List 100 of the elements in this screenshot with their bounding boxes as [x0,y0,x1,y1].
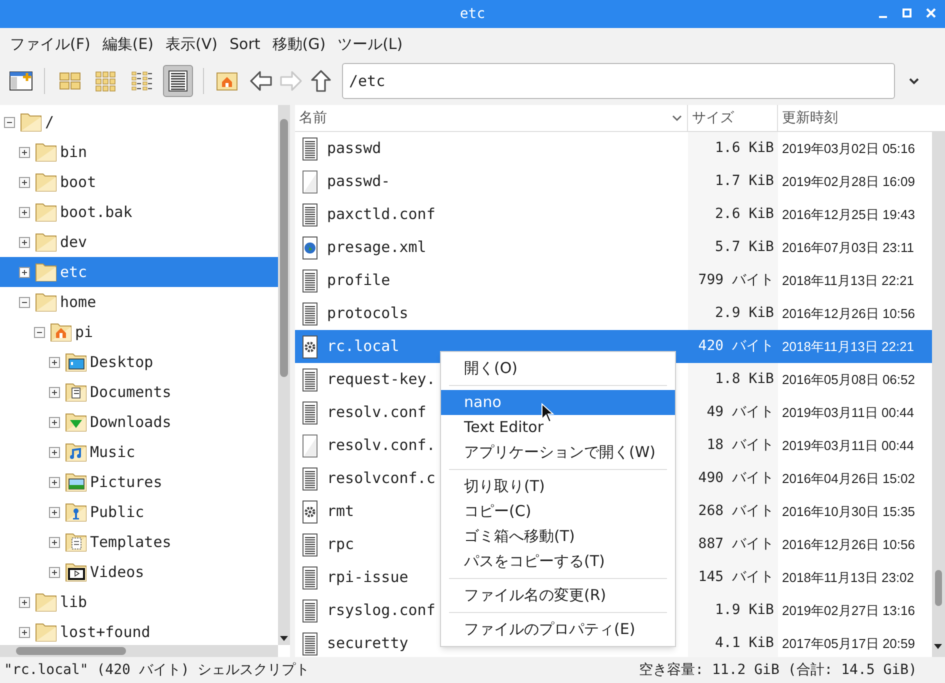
menu-item[interactable]: Text Editor [441,415,675,440]
tree-item[interactable]: Videos [0,557,278,587]
tree-item[interactable]: pi [0,317,278,347]
expand-icon[interactable] [19,206,30,218]
file-name: passwd [327,138,382,160]
file-row[interactable]: profile 799 バイト 2018年11月13日 22:21 [295,264,932,297]
folder-icon [35,231,57,253]
scroll-down-icon[interactable] [933,643,943,651]
expand-icon[interactable] [49,386,60,398]
menu-item[interactable]: ファイル(F) [4,30,96,58]
file-name: rc.local [327,336,400,358]
file-row[interactable]: passwd- 1.7 KiB 2019年02月28日 16:09 [295,165,932,198]
scrollbar-thumb[interactable] [280,119,288,377]
tree-item[interactable]: etc [0,257,278,287]
path-field[interactable]: /etc [342,63,895,99]
menu-item[interactable]: ゴミ箱へ移動(T) [441,524,675,549]
documents-folder-icon [65,381,87,403]
menu-item[interactable]: ファイルのプロパティ(E) [441,617,675,642]
text-file-icon [301,532,319,556]
tree-item[interactable]: bin [0,137,278,167]
tree-item[interactable]: dev [0,227,278,257]
expand-icon[interactable] [19,266,30,278]
menu-item[interactable]: 表示(V) [160,30,224,58]
file-row[interactable]: passwd 1.6 KiB 2019年03月02日 05:16 [295,132,932,165]
tree-item[interactable]: lib [0,587,278,617]
menu-item[interactable]: 切り取り(T) [441,474,675,499]
expand-icon[interactable] [19,596,30,608]
folder-icon [35,141,57,163]
file-name: passwd- [327,171,390,192]
expand-icon[interactable] [19,626,30,638]
scrollbar-thumb[interactable] [935,570,942,606]
tree-item[interactable]: Downloads [0,407,278,437]
file-row[interactable]: paxctld.conf 2.6 KiB 2016年12月25日 19:43 [295,198,932,231]
expand-icon[interactable] [19,146,30,158]
file-size: 145 バイト [698,568,774,587]
tree-item[interactable]: Desktop [0,347,278,377]
expand-icon[interactable] [49,356,60,368]
file-name: protocols [327,303,408,324]
downloads-folder-icon [65,411,87,433]
menu-item[interactable]: Sort [224,30,266,58]
file-name: rpc [327,534,354,556]
tree-item[interactable]: Documents [0,377,278,407]
tree-item[interactable]: boot.bak [0,197,278,227]
modified-date: 2019年03月11日 00:44 [782,404,914,422]
menu-item[interactable]: パスをコピーする(T) [441,549,675,574]
close-icon[interactable] [925,7,937,19]
file-row[interactable]: presage.xml 5.7 KiB 2016年07月03日 23:11 [295,231,932,264]
file-name: rpi-issue [327,567,408,588]
tree-item[interactable]: Music [0,437,278,467]
scrollbar-thumb[interactable] [16,647,126,655]
menu-item[interactable]: 移動(G) [266,30,332,58]
collapse-icon[interactable] [19,296,30,308]
column-header[interactable]: 更新時刻 [778,105,945,131]
file-name: resolvconf.c [327,468,436,490]
menu-item[interactable]: ファイル名の変更(R) [441,583,675,608]
menu-item[interactable]: コピー(C) [441,499,675,524]
videos-folder-icon [65,561,87,583]
list-view-button[interactable] [163,65,193,97]
expand-icon[interactable] [49,416,60,428]
blank-file-icon [301,434,319,458]
file-row[interactable]: protocols 2.9 KiB 2016年12月26日 10:56 [295,297,932,330]
modified-date: 2016年05月08日 06:52 [782,370,915,389]
horizontal-scrollbar[interactable] [0,645,278,657]
text-file-icon [301,368,319,392]
expand-icon[interactable] [49,566,60,578]
scrollbar[interactable] [932,132,945,657]
maximize-icon[interactable] [901,7,913,19]
scrollbar[interactable] [278,105,290,645]
folder-icon [35,621,57,643]
modified-date: 2018年11月13日 22:21 [782,338,914,356]
expand-icon[interactable] [19,236,30,248]
column-header[interactable]: 名前 [295,105,688,131]
tree-item[interactable]: boot [0,167,278,197]
tree-item[interactable]: lost+found [0,617,278,645]
tree-item[interactable]: Pictures [0,467,278,497]
menu-item[interactable]: アプリケーションで開く(W) [441,440,675,465]
file-name: resolv.conf. [327,435,436,456]
tree-item[interactable]: / [0,107,278,137]
file-name: resolv.conf [327,402,426,424]
scroll-down-icon[interactable] [279,635,289,643]
modified-date: 2016年12月26日 10:56 [782,536,915,554]
tree-item[interactable]: Public [0,497,278,527]
collapse-icon[interactable] [34,326,45,338]
expand-icon[interactable] [19,176,30,188]
tree-item[interactable]: home [0,287,278,317]
collapse-icon[interactable] [4,116,15,128]
expand-icon[interactable] [49,506,60,518]
column-header[interactable]: サイズ [688,105,778,131]
expand-icon[interactable] [49,446,60,458]
modified-date: 2019年02月27日 13:16 [782,602,915,620]
menu-item[interactable]: ツール(L) [332,30,409,58]
tree-item[interactable]: Templates [0,527,278,557]
text-file-icon [301,566,319,590]
file-size: 490 バイト [698,469,774,488]
expand-icon[interactable] [49,536,60,548]
file-name: rmt [327,501,354,522]
text-file-icon [301,302,319,326]
expand-icon[interactable] [49,476,60,488]
menu-item[interactable]: 編集(E) [96,30,160,58]
menu-item[interactable]: nano [441,390,675,415]
